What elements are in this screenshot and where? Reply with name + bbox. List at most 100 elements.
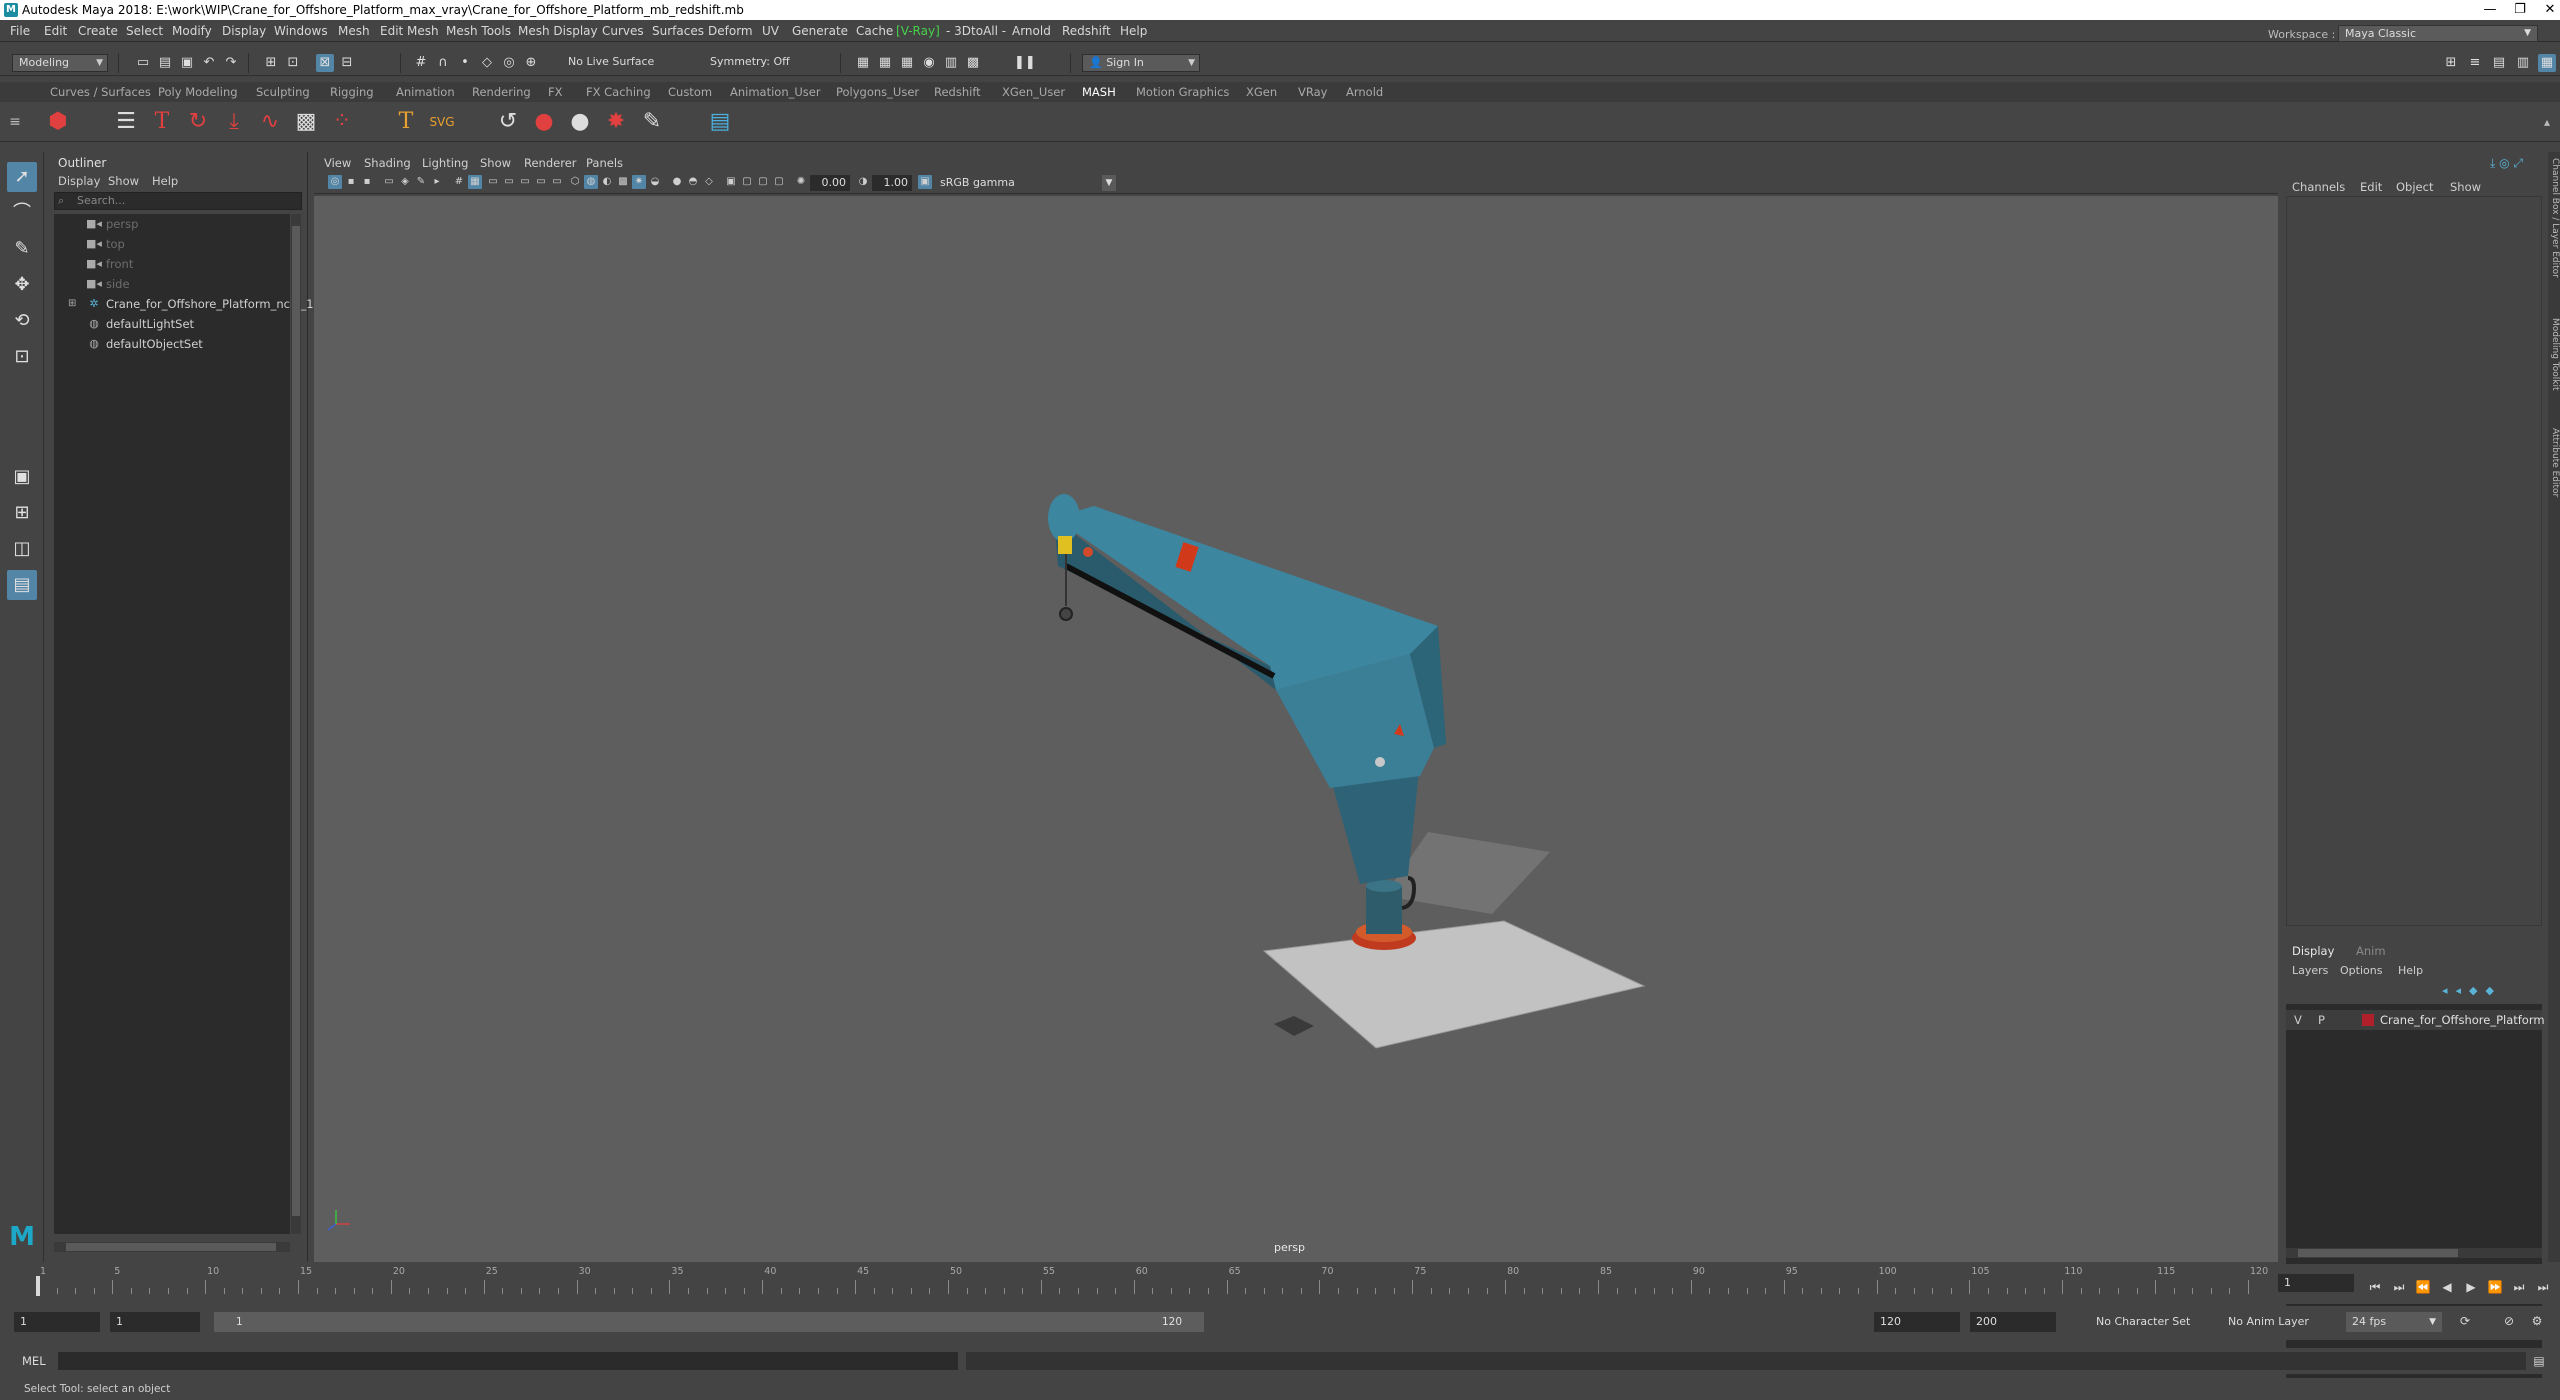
select-hierarchy-icon[interactable]: ⊞ [262, 54, 280, 72]
menu-display[interactable]: Display [222, 24, 266, 38]
mash-wave-icon[interactable]: ∿ [256, 108, 284, 136]
anti-aliasing-icon[interactable]: ◇ [702, 175, 716, 189]
outliner-horizontal-scrollbar[interactable] [54, 1242, 290, 1252]
smooth-shade-icon[interactable]: ◍ [584, 175, 598, 189]
anim-layer-dropdown[interactable]: No Anim Layer [2222, 1312, 2338, 1332]
side-tab-attribute-editor[interactable]: Attribute Editor [2548, 428, 2560, 497]
mash-grid-icon[interactable]: ▩ [292, 108, 320, 136]
close-button[interactable]: ✕ [2530, 1, 2560, 19]
menu-edit-mesh[interactable]: Edit Mesh [380, 24, 439, 38]
animation-end-field[interactable]: 200 [1970, 1312, 2056, 1332]
bookmark-icon[interactable]: ▪ [360, 175, 374, 189]
scale-tool-icon[interactable]: ⊡ [7, 342, 37, 372]
wireframe-icon[interactable]: ⬡ [568, 175, 582, 189]
layer-menu-options[interactable]: Options [2340, 964, 2382, 977]
layer-tab-anim[interactable]: Anim [2356, 944, 2386, 958]
mash-outliner-icon[interactable]: ☰ [112, 108, 140, 136]
hypershade-icon[interactable]: ▥ [942, 54, 960, 72]
xray-joints-icon[interactable]: ▢ [756, 175, 770, 189]
menu-mesh[interactable]: Mesh [338, 24, 370, 38]
layer-action-icons[interactable]: ◂◂◆◆ [2442, 984, 2502, 997]
side-tab-channel-box[interactable]: Channel Box / Layer Editor [2548, 158, 2560, 278]
layer-visibility-toggle[interactable]: V [2294, 1010, 2302, 1030]
shelf-tab-mash[interactable]: MASH [1082, 85, 1116, 99]
toggle-attribute-editor-icon[interactable]: ≡ [2466, 54, 2484, 72]
viewport-menu-panels[interactable]: Panels [586, 156, 623, 170]
shelf-scroll-icon[interactable]: ▴ [2540, 108, 2554, 136]
side-tab-modeling-toolkit[interactable]: Modeling Toolkit [2548, 318, 2560, 391]
outliner-menu-show[interactable]: Show [108, 174, 139, 188]
outliner-item-crane[interactable]: ⊞ ✲ Crane_for_Offshore_Platform_ncl1_1 [54, 294, 314, 314]
menu-redshift[interactable]: Redshift [1062, 24, 1111, 38]
mash-script-icon[interactable]: ▤ [706, 108, 734, 136]
outliner-item-front[interactable]: ■◂ front [54, 254, 290, 274]
channel-menu-edit[interactable]: Edit [2360, 180, 2382, 194]
bookmark-2d-icon[interactable]: ▸ [430, 175, 444, 189]
select-component-icon[interactable]: ⊠ [316, 54, 334, 72]
use-all-lights-icon[interactable]: ✷ [632, 175, 646, 189]
shelf-tab-custom[interactable]: Custom [668, 85, 712, 99]
mash-drop-icon[interactable]: ⤓ [220, 108, 248, 136]
menu-deform[interactable]: Deform [708, 24, 753, 38]
exposure-field[interactable]: 0.00 [810, 175, 850, 191]
toggle-layer-editor-icon[interactable]: ▦ [2538, 54, 2556, 72]
viewport-menu-shading[interactable]: Shading [364, 156, 411, 170]
menu-select[interactable]: Select [126, 24, 163, 38]
svg-tool-icon[interactable]: SVG [428, 108, 456, 136]
grease-pencil-icon[interactable]: ✎ [414, 175, 428, 189]
snap-view-plane-icon[interactable]: ◇ [478, 54, 496, 72]
shelf-tab-polygons-user[interactable]: Polygons_User [836, 85, 919, 99]
gate-mask-icon[interactable]: ▭ [518, 175, 532, 189]
command-language-label[interactable]: MEL [22, 1354, 46, 1368]
shelf-tab-poly-modeling[interactable]: Poly Modeling [158, 85, 238, 99]
menu-arnold[interactable]: Arnold [1012, 24, 1051, 38]
shelf-menu-icon[interactable]: ≡ [8, 108, 22, 136]
menu-cache[interactable]: Cache [856, 24, 893, 38]
playhead[interactable] [36, 1276, 40, 1296]
toggle-tool-settings-icon[interactable]: ▤ [2490, 54, 2508, 72]
redo-icon[interactable]: ↷ [222, 54, 240, 72]
mash-network-icon[interactable]: ⬢ [44, 108, 72, 136]
shelf-tab-motion-graphics[interactable]: Motion Graphics [1136, 85, 1229, 99]
backface-culling-icon[interactable]: ▢ [772, 175, 786, 189]
symmetry-dropdown[interactable]: Symmetry: Off [704, 54, 810, 72]
gamma-field[interactable]: 1.00 [872, 175, 912, 191]
scrollbar-thumb[interactable] [66, 1243, 276, 1251]
rotate-tool-icon[interactable]: ⟲ [7, 306, 37, 336]
shelf-tab-redshift[interactable]: Redshift [934, 85, 981, 99]
outliner-item-default-light-set[interactable]: ◍ defaultLightSet [54, 314, 290, 334]
shelf-tab-fx-caching[interactable]: FX Caching [586, 85, 651, 99]
channel-box-options-icons[interactable]: ⤓ ◎ ⤢ [2490, 156, 2523, 171]
save-scene-icon[interactable]: ▣ [178, 54, 196, 72]
step-back-key-icon[interactable]: ⏭ [2390, 1278, 2408, 1296]
snap-curve-icon[interactable]: ∩ [434, 54, 452, 72]
render-sequence-icon[interactable]: ▦ [876, 54, 894, 72]
two-d-pan-zoom-icon[interactable]: ◈ [398, 175, 412, 189]
fps-dropdown[interactable]: 24 fps ▼ [2346, 1312, 2442, 1332]
color-management-icon[interactable]: ▣ [918, 175, 932, 189]
menu-file[interactable]: File [10, 24, 30, 38]
menu-mesh-display[interactable]: Mesh Display [518, 24, 598, 38]
layer-color-swatch[interactable] [2362, 1014, 2374, 1026]
toggle-modeling-toolkit-icon[interactable]: ⊞ [2442, 54, 2460, 72]
menu-help[interactable]: Help [1120, 24, 1147, 38]
menu-modify[interactable]: Modify [172, 24, 212, 38]
render-view-icon[interactable]: ▩ [964, 54, 982, 72]
layer-horizontal-scrollbar[interactable] [2286, 1248, 2542, 1258]
open-scene-icon[interactable]: ▤ [156, 54, 174, 72]
lasso-tool-icon[interactable]: ⌒ [7, 198, 37, 228]
viewport-menu-lighting[interactable]: Lighting [422, 156, 468, 170]
shelf-tab-arnold[interactable]: Arnold [1346, 85, 1383, 99]
render-current-frame-icon[interactable]: ▦ [854, 54, 872, 72]
ipr-render-icon[interactable]: ▦ [898, 54, 916, 72]
character-set-dropdown[interactable]: No Character Set [2090, 1312, 2208, 1332]
select-object-icon[interactable]: ⊡ [284, 54, 302, 72]
shelf-tab-animation-user[interactable]: Animation_User [730, 85, 821, 99]
toggle-channel-box-icon[interactable]: ▥ [2514, 54, 2532, 72]
four-view-layout-icon[interactable]: ⊞ [7, 498, 37, 528]
mash-sphere-icon[interactable]: ● [530, 108, 558, 136]
playback-range-bar[interactable]: 1 120 [214, 1312, 1204, 1332]
field-chart-icon[interactable]: ▭ [534, 175, 548, 189]
channel-menu-show[interactable]: Show [2450, 180, 2481, 194]
outliner-item-persp[interactable]: ■◂ persp [54, 214, 290, 234]
